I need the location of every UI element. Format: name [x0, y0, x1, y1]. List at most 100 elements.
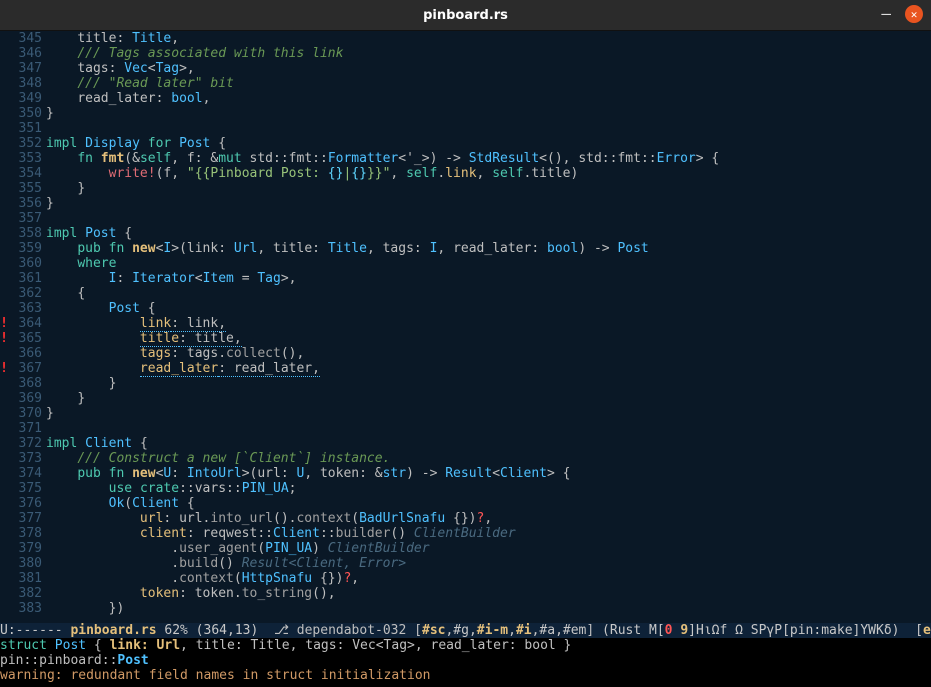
code-content[interactable]: .context(HttpSnafu {})?, [44, 571, 931, 586]
code-line[interactable]: 349 read_later: bool, [0, 91, 931, 106]
gutter-indicator [0, 436, 8, 451]
code-line[interactable]: 382 token: token.to_string(), [0, 586, 931, 601]
code-content[interactable]: .user_agent(PIN_UA) ClientBuilder [44, 541, 931, 556]
code-line[interactable]: 362 { [0, 286, 931, 301]
code-content[interactable] [44, 421, 931, 436]
code-line[interactable]: 363 Post { [0, 301, 931, 316]
gutter-indicator [0, 256, 8, 271]
gutter-indicator [0, 571, 8, 586]
line-number: 366 [8, 346, 44, 361]
code-content[interactable]: use crate::vars::PIN_UA; [44, 481, 931, 496]
code-line[interactable]: 359 pub fn new<I>(link: Url, title: Titl… [0, 241, 931, 256]
gutter-indicator [0, 181, 8, 196]
gutter-indicator [0, 271, 8, 286]
gutter-indicator [0, 301, 8, 316]
code-content[interactable]: /// "Read later" bit [44, 76, 931, 91]
code-line[interactable]: 361 I: Iterator<Item = Tag>, [0, 271, 931, 286]
code-line[interactable]: 346 /// Tags associated with this link [0, 46, 931, 61]
code-content[interactable]: /// Construct a new [`Client`] instance. [44, 451, 931, 466]
code-line[interactable]: 345 title: Title, [0, 31, 931, 46]
code-content[interactable]: /// Tags associated with this link [44, 46, 931, 61]
code-content[interactable]: } [44, 391, 931, 406]
editor-area[interactable]: 345 title: Title,346 /// Tags associated… [0, 31, 931, 623]
line-number: 359 [8, 241, 44, 256]
code-content[interactable]: .build() Result<Client, Error> [44, 556, 931, 571]
code-line[interactable]: 352impl Display for Post { [0, 136, 931, 151]
code-content[interactable]: impl Post { [44, 226, 931, 241]
gutter-indicator: ! [0, 361, 8, 376]
code-content[interactable]: where [44, 256, 931, 271]
code-content[interactable] [44, 121, 931, 136]
modeline-warn-count: 9 [673, 623, 689, 638]
eldoc-line-1: struct Post { link: Url, title: Title, t… [0, 638, 931, 653]
code-content[interactable]: }) [44, 601, 931, 616]
gutter-indicator [0, 376, 8, 391]
window-title: pinboard.rs [423, 8, 508, 23]
code-content[interactable]: } [44, 406, 931, 421]
code-content[interactable]: } [44, 106, 931, 121]
code-content[interactable]: pub fn new<U: IntoUrl>(url: U, token: &s… [44, 466, 931, 481]
code-line[interactable]: 373 /// Construct a new [`Client`] insta… [0, 451, 931, 466]
code-content[interactable]: } [44, 376, 931, 391]
code-line[interactable]: 375 use crate::vars::PIN_UA; [0, 481, 931, 496]
code-line[interactable]: 355 } [0, 181, 931, 196]
code-content[interactable]: read_later: read_later, [44, 361, 931, 376]
code-content[interactable]: { [44, 286, 931, 301]
code-line[interactable]: 374 pub fn new<U: IntoUrl>(url: U, token… [0, 466, 931, 481]
code-content[interactable]: url: url.into_url().context(BadUrlSnafu … [44, 511, 931, 526]
modeline-buffer-state: U:------ [0, 623, 70, 638]
code-line[interactable]: 381 .context(HttpSnafu {})?, [0, 571, 931, 586]
code-line[interactable]: 350} [0, 106, 931, 121]
code-line[interactable]: !367 read_later: read_later, [0, 361, 931, 376]
code-content[interactable]: tags: tags.collect(), [44, 346, 931, 361]
code-line[interactable]: 369 } [0, 391, 931, 406]
code-content[interactable]: } [44, 196, 931, 211]
code-line[interactable]: 366 tags: tags.collect(), [0, 346, 931, 361]
code-content[interactable]: pub fn new<I>(link: Url, title: Title, t… [44, 241, 931, 256]
code-line[interactable]: 383 }) [0, 601, 931, 616]
code-content[interactable]: token: token.to_string(), [44, 586, 931, 601]
code-line[interactable]: 356} [0, 196, 931, 211]
code-line[interactable]: 351 [0, 121, 931, 136]
code-line[interactable]: 368 } [0, 376, 931, 391]
code-line[interactable]: 360 where [0, 256, 931, 271]
gutter-indicator [0, 511, 8, 526]
code-content[interactable]: tags: Vec<Tag>, [44, 61, 931, 76]
code-content[interactable]: Ok(Client { [44, 496, 931, 511]
window-controls: – ✕ [881, 5, 923, 23]
code-line[interactable]: 370} [0, 406, 931, 421]
code-line[interactable]: !365 title: title, [0, 331, 931, 346]
code-line[interactable]: !364 link: link, [0, 316, 931, 331]
code-line[interactable]: 354 write!(f, "{{Pinboard Post: {}|{}}}"… [0, 166, 931, 181]
code-line[interactable]: 378 client: reqwest::Client::builder() C… [0, 526, 931, 541]
close-icon[interactable]: ✕ [905, 5, 923, 23]
code-content[interactable] [44, 211, 931, 226]
code-content[interactable]: read_later: bool, [44, 91, 931, 106]
gutter-indicator [0, 526, 8, 541]
code-content[interactable]: impl Display for Post { [44, 136, 931, 151]
code-line[interactable]: 358impl Post { [0, 226, 931, 241]
line-number: 365 [8, 331, 44, 346]
code-content[interactable]: client: reqwest::Client::builder() Clien… [44, 526, 931, 541]
code-content[interactable]: Post { [44, 301, 931, 316]
code-content[interactable]: impl Client { [44, 436, 931, 451]
line-number: 354 [8, 166, 44, 181]
code-line[interactable]: 347 tags: Vec<Tag>, [0, 61, 931, 76]
code-content[interactable]: write!(f, "{{Pinboard Post: {}|{}}}", se… [44, 166, 931, 181]
code-content[interactable]: title: title, [44, 331, 931, 346]
minimize-icon[interactable]: – [881, 6, 891, 22]
code-line[interactable]: 376 Ok(Client { [0, 496, 931, 511]
code-content[interactable]: link: link, [44, 316, 931, 331]
code-content[interactable]: I: Iterator<Item = Tag>, [44, 271, 931, 286]
code-content[interactable]: } [44, 181, 931, 196]
code-line[interactable]: 348 /// "Read later" bit [0, 76, 931, 91]
code-content[interactable]: fn fmt(&self, f: &mut std::fmt::Formatte… [44, 151, 931, 166]
code-line[interactable]: 357 [0, 211, 931, 226]
code-line[interactable]: 372impl Client { [0, 436, 931, 451]
code-line[interactable]: 353 fn fmt(&self, f: &mut std::fmt::Form… [0, 151, 931, 166]
code-content[interactable]: title: Title, [44, 31, 931, 46]
code-line[interactable]: 377 url: url.into_url().context(BadUrlSn… [0, 511, 931, 526]
code-line[interactable]: 371 [0, 421, 931, 436]
code-line[interactable]: 380 .build() Result<Client, Error> [0, 556, 931, 571]
code-line[interactable]: 379 .user_agent(PIN_UA) ClientBuilder [0, 541, 931, 556]
